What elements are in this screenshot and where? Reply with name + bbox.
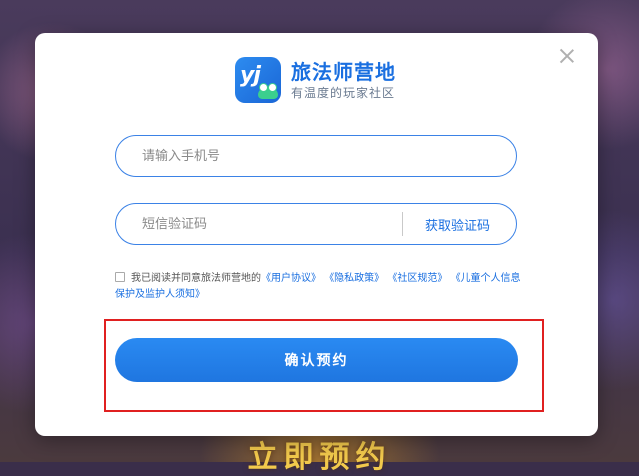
sms-code-input[interactable] [140, 203, 402, 245]
phone-input[interactable] [140, 135, 516, 177]
brand-text: 旅法师营地 有温度的玩家社区 [291, 59, 396, 101]
agreement-prefix: 我已阅读并同意旅法师营地的 [131, 273, 261, 284]
brand-slogan: 有温度的玩家社区 [291, 86, 396, 100]
phone-field [115, 135, 517, 177]
frog-icon [258, 83, 278, 99]
background-reserve-text: 立即预约 [247, 440, 392, 475]
get-code-button[interactable]: 获取验证码 [425, 215, 490, 234]
privacy-policy-link[interactable]: 《隐私政策》 [324, 273, 384, 284]
community-rules-link[interactable]: 《社区规范》 [387, 273, 447, 284]
logo-letters: yj [240, 63, 261, 88]
agreement: 我已阅读并同意旅法师营地的《用户协议》 《隐私政策》 《社区规范》 《儿童个人信… [115, 271, 525, 303]
agreement-checkbox[interactable] [115, 272, 125, 282]
close-icon[interactable] [558, 47, 576, 65]
user-agreement-link[interactable]: 《用户协议》 [261, 273, 321, 284]
app-logo-icon: yj [235, 57, 281, 103]
field-divider [401, 212, 403, 236]
brand-header: yj 旅法师营地 有温度的玩家社区 [235, 55, 396, 105]
sms-field: 获取验证码 [115, 203, 517, 245]
highlight-box [104, 319, 544, 412]
brand-name: 旅法师营地 [291, 60, 396, 84]
